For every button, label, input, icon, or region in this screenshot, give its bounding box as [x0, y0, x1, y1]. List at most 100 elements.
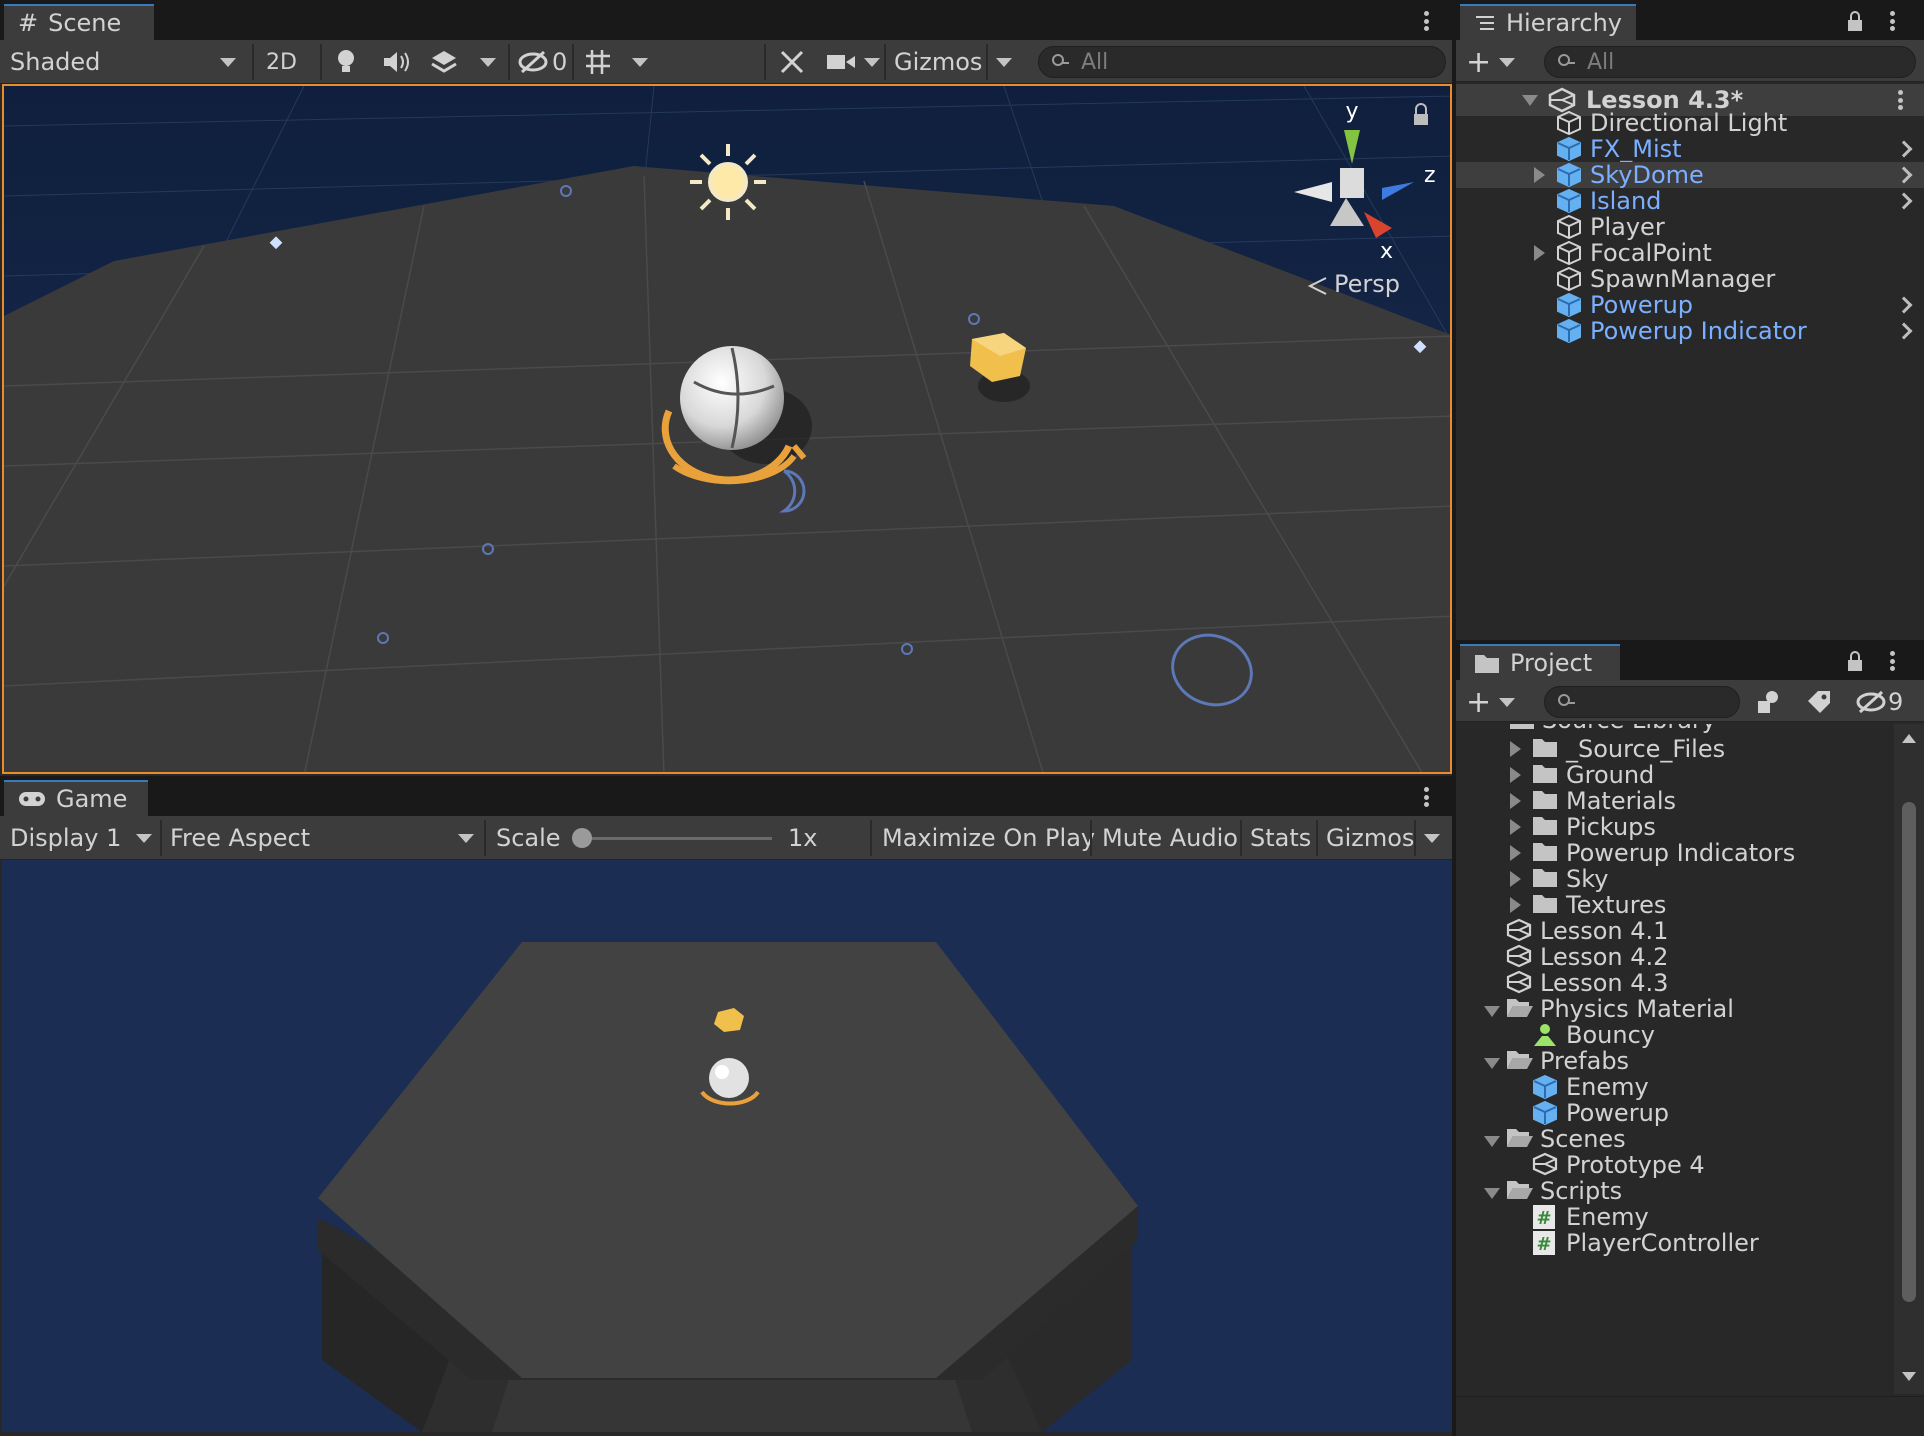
tools-button[interactable] — [778, 44, 806, 80]
lock-icon[interactable] — [1846, 650, 1864, 672]
scale-slider-thumb[interactable] — [572, 828, 592, 848]
project-scrollbar-thumb[interactable] — [1902, 802, 1916, 1302]
expand-arrow-icon[interactable] — [1534, 167, 1545, 183]
expand-slot[interactable] — [1534, 239, 1556, 267]
scene-gizmos-button[interactable]: Gizmos — [894, 44, 982, 80]
mute-audio-toggle[interactable]: Mute Audio — [1102, 820, 1238, 856]
maximize-on-play-toggle[interactable]: Maximize On Play — [882, 820, 1095, 856]
collapse-arrow-icon[interactable] — [1484, 1188, 1500, 1199]
display-dropdown[interactable]: Display 1 — [10, 820, 156, 856]
expand-arrow-icon[interactable] — [1510, 897, 1521, 913]
effects-toggle[interactable] — [430, 44, 458, 80]
chevron-right-icon[interactable] — [1895, 322, 1913, 340]
chevron-right-icon[interactable] — [1895, 166, 1913, 184]
expand-arrow-icon[interactable] — [1510, 767, 1521, 783]
expand-slot[interactable] — [1510, 813, 1532, 841]
project-item-lesson-4-1[interactable]: Lesson 4.1 — [1456, 917, 1894, 945]
project-item-lesson-4-3[interactable]: Lesson 4.3 — [1456, 969, 1894, 997]
collapse-arrow-icon[interactable] — [1484, 1136, 1500, 1147]
chevron-right-icon[interactable] — [1895, 192, 1913, 210]
project-item-materials[interactable]: Materials — [1456, 787, 1894, 815]
hierarchy-item-skydome[interactable]: SkyDome — [1456, 161, 1924, 189]
expand-slot[interactable] — [1484, 1177, 1506, 1205]
chevron-right-icon[interactable] — [1895, 140, 1913, 158]
project-scrollbar[interactable] — [1894, 724, 1924, 1394]
scene-viewport[interactable]: y z x Persp — [2, 84, 1452, 774]
game-gizmos-dropdown[interactable] — [1424, 820, 1440, 856]
tab-project[interactable]: Project — [1460, 644, 1620, 680]
tab-game[interactable]: Game — [4, 780, 148, 816]
mode-2d-toggle[interactable]: 2D — [266, 44, 297, 80]
hidden-objects-toggle[interactable]: 0 — [518, 44, 567, 80]
hierarchy-item-island[interactable]: Island — [1456, 187, 1924, 215]
scene-more-menu-icon[interactable] — [1416, 8, 1436, 34]
project-item-prototype-4[interactable]: Prototype 4 — [1456, 1151, 1894, 1179]
expand-slot[interactable] — [1510, 735, 1532, 763]
project-item-bouncy[interactable]: Bouncy — [1456, 1021, 1894, 1049]
expand-arrow-icon[interactable] — [1510, 793, 1521, 809]
project-item-pickups[interactable]: Pickups — [1456, 813, 1894, 841]
audio-toggle[interactable] — [382, 44, 410, 80]
expand-slot[interactable] — [1510, 891, 1532, 919]
hierarchy-item-powerup[interactable]: Powerup — [1456, 291, 1924, 319]
project-more-menu-icon[interactable] — [1882, 648, 1902, 674]
expand-slot[interactable] — [1510, 865, 1532, 893]
filter-by-label-button[interactable] — [1806, 684, 1832, 720]
project-item-scenes[interactable]: Scenes — [1456, 1125, 1894, 1153]
scroll-up-arrow-icon[interactable] — [1902, 734, 1916, 743]
scale-slider[interactable] — [572, 820, 778, 856]
expand-slot[interactable] — [1510, 787, 1532, 815]
project-item-enemy[interactable]: # Enemy — [1456, 1203, 1894, 1231]
grid-dropdown[interactable] — [632, 44, 648, 80]
collapse-arrow-icon[interactable] — [1484, 1006, 1500, 1017]
expand-arrow-icon[interactable] — [1534, 245, 1545, 261]
project-item-prefabs[interactable]: Prefabs — [1456, 1047, 1894, 1075]
hierarchy-item-focalpoint[interactable]: FocalPoint — [1456, 239, 1924, 267]
shading-mode-dropdown[interactable]: Shaded — [10, 44, 240, 80]
stats-toggle[interactable]: Stats — [1250, 820, 1311, 856]
lock-icon[interactable] — [1846, 10, 1864, 32]
hierarchy-more-menu-icon[interactable] — [1882, 8, 1902, 34]
tab-scene[interactable]: # Scene — [4, 4, 154, 40]
expand-arrow-icon[interactable] — [1510, 871, 1521, 887]
project-item-source-files[interactable]: _Source_Files — [1456, 735, 1894, 763]
scene-gizmos-dropdown[interactable] — [996, 44, 1012, 80]
expand-slot[interactable] — [1534, 161, 1556, 189]
collapse-arrow-icon[interactable] — [1522, 94, 1538, 106]
project-item-powerup-indicators[interactable]: Powerup Indicators — [1456, 839, 1894, 867]
expand-arrow-icon[interactable] — [1510, 819, 1521, 835]
project-item-scripts[interactable]: Scripts — [1456, 1177, 1894, 1205]
hierarchy-item-spawnmanager[interactable]: SpawnManager — [1456, 265, 1924, 293]
expand-arrow-icon[interactable] — [1510, 845, 1521, 861]
expand-slot[interactable] — [1484, 1047, 1506, 1075]
collapse-arrow-icon[interactable] — [1484, 1058, 1500, 1069]
effects-dropdown[interactable] — [480, 44, 496, 80]
expand-arrow-icon[interactable] — [1510, 741, 1521, 757]
hierarchy-item-player[interactable]: Player — [1456, 213, 1924, 241]
tab-hierarchy[interactable]: Hierarchy — [1460, 4, 1636, 40]
project-item-ground[interactable]: Ground — [1456, 761, 1894, 789]
camera-settings-button[interactable] — [826, 44, 880, 80]
hierarchy-create-button[interactable]: + — [1466, 44, 1516, 80]
hierarchy-search-input[interactable]: All — [1544, 46, 1916, 78]
game-viewport[interactable] — [2, 860, 1452, 1432]
chevron-right-icon[interactable] — [1895, 296, 1913, 314]
scroll-down-arrow-icon[interactable] — [1902, 1372, 1916, 1381]
grid-toggle[interactable] — [584, 44, 612, 80]
filter-by-type-button[interactable] — [1756, 684, 1784, 720]
project-item-textures[interactable]: Textures — [1456, 891, 1894, 919]
expand-slot[interactable] — [1510, 761, 1532, 789]
expand-slot[interactable] — [1484, 1125, 1506, 1153]
hierarchy-item-fx-mist[interactable]: FX_Mist — [1456, 135, 1924, 163]
project-item-lesson-4-2[interactable]: Lesson 4.2 — [1456, 943, 1894, 971]
expand-slot[interactable] — [1484, 995, 1506, 1023]
hierarchy-item-powerup-indicator[interactable]: Powerup Indicator — [1456, 317, 1924, 345]
project-item-powerup[interactable]: Powerup — [1456, 1099, 1894, 1127]
expand-slot[interactable] — [1510, 839, 1532, 867]
game-more-menu-icon[interactable] — [1416, 784, 1436, 810]
project-create-button[interactable]: + — [1466, 684, 1516, 720]
scene-search-input[interactable]: All — [1038, 46, 1446, 78]
project-item-playercontroller[interactable]: # PlayerController — [1456, 1229, 1894, 1257]
project-search-input[interactable] — [1544, 686, 1740, 718]
lighting-toggle[interactable] — [334, 44, 358, 80]
